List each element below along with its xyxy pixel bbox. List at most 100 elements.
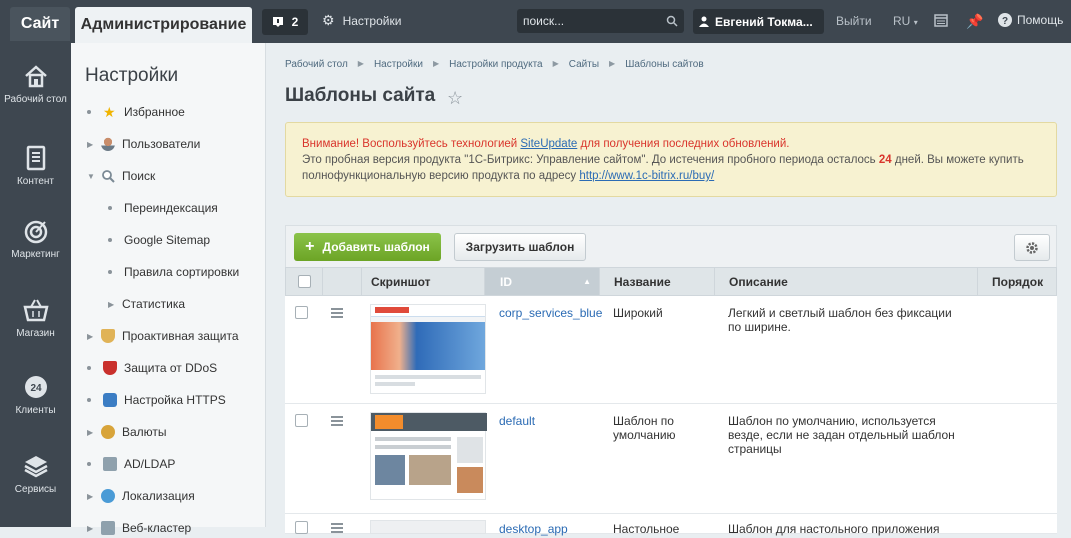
nav-label: Маркетинг xyxy=(11,249,60,260)
admin-tab[interactable]: Администрирование xyxy=(75,7,252,43)
ddos-shield-icon xyxy=(103,361,117,375)
template-id-link[interactable]: desktop_app xyxy=(499,522,568,536)
days-left: 24 xyxy=(878,154,892,166)
row-checkbox[interactable] xyxy=(295,306,308,319)
breadcrumb-item[interactable]: Настройки xyxy=(374,59,423,70)
template-thumbnail xyxy=(370,520,486,534)
user-menu[interactable]: Евгений Токма... xyxy=(693,9,824,34)
bullet xyxy=(87,366,91,370)
chevron-right-icon: ▶ xyxy=(87,491,94,501)
breadcrumb-item[interactable]: Сайты xyxy=(569,59,599,70)
lock-icon xyxy=(103,393,117,407)
globe-icon xyxy=(101,489,115,503)
home-icon xyxy=(24,65,47,88)
notifications-button[interactable]: 2 xyxy=(262,9,308,35)
alert-line-2: Это пробная версия продукта "1С-Битрикс:… xyxy=(302,152,1040,168)
language-select[interactable]: RU ▾ xyxy=(893,14,918,28)
breadcrumb-separator-icon: ▶ xyxy=(357,59,364,68)
menu-item-https[interactable]: Настройка HTTPS xyxy=(87,390,226,410)
menu-item-google-sitemap[interactable]: Google Sitemap xyxy=(108,230,210,250)
menu-item-label: Защита от DDoS xyxy=(124,361,218,375)
grid-settings-button[interactable] xyxy=(1014,234,1050,261)
row-menu-icon[interactable] xyxy=(331,523,343,535)
chevron-right-icon: ▶ xyxy=(108,299,115,309)
settings-link[interactable]: ⚙ Настройки xyxy=(322,12,401,29)
menu-item-localization[interactable]: ▶ Локализация xyxy=(87,486,195,506)
chevron-down-icon: ▼ xyxy=(87,171,95,181)
table-row[interactable]: corp_services_blue Широкий Легкий и свет… xyxy=(285,296,1057,404)
select-all-checkbox[interactable] xyxy=(297,275,311,288)
search-icon[interactable] xyxy=(666,15,678,27)
plus-icon: + xyxy=(305,238,315,255)
row-checkbox[interactable] xyxy=(295,414,308,427)
shield-icon xyxy=(101,329,115,343)
menu-item-favorites[interactable]: ★ Избранное xyxy=(87,102,185,122)
nav-content[interactable]: Контент xyxy=(0,145,71,187)
menu-item-label: Поиск xyxy=(122,169,156,183)
bullet xyxy=(108,270,112,274)
target-icon xyxy=(24,220,47,244)
add-template-button[interactable]: + Добавить шаблон xyxy=(294,233,441,261)
siteupdate-link[interactable]: SiteUpdate xyxy=(520,138,577,150)
menu-item-statistics[interactable]: ▶ Статистика xyxy=(108,294,185,314)
menu-item-currencies[interactable]: ▶ Валюты xyxy=(87,422,167,442)
nav-services[interactable]: Сервисы xyxy=(0,453,71,495)
help-link[interactable]: ? Помощь xyxy=(998,13,1063,27)
chevron-right-icon: ▶ xyxy=(87,523,94,533)
star-icon: ★ xyxy=(103,104,116,120)
breadcrumb-item[interactable]: Рабочий стол xyxy=(285,59,348,70)
menu-item-sort-rules[interactable]: Правила сортировки xyxy=(108,262,239,282)
menu-item-ddos[interactable]: Защита от DDoS xyxy=(87,358,217,378)
row-menu-icon[interactable] xyxy=(331,308,343,320)
help-label: Помощь xyxy=(1017,13,1064,27)
template-thumbnail xyxy=(370,304,486,394)
nav-label: Клиенты xyxy=(15,405,56,416)
template-id-link[interactable]: default xyxy=(499,414,535,428)
breadcrumb-item[interactable]: Настройки продукта xyxy=(449,59,542,70)
svg-text:24: 24 xyxy=(30,383,42,394)
alert-line-3: полнофункциональную версию продукта по а… xyxy=(302,168,1040,184)
column-id[interactable]: ID ▲ xyxy=(485,268,600,295)
notification-icon xyxy=(272,17,283,27)
row-checkbox[interactable] xyxy=(295,521,308,534)
menu-item-ldap[interactable]: AD/LDAP xyxy=(87,454,175,474)
alert-line-1: Внимание! Воспользуйтесь технологией Sit… xyxy=(302,136,1040,152)
template-id-link[interactable]: corp_services_blue xyxy=(499,306,602,320)
nav-clients[interactable]: 24 Клиенты xyxy=(0,374,71,416)
menu-item-label: Google Sitemap xyxy=(124,233,211,247)
directory-icon xyxy=(103,457,117,471)
menu-item-label: Правила сортировки xyxy=(124,265,240,279)
menu-item-proactive[interactable]: ▶ Проактивная защита xyxy=(87,326,239,346)
pin-icon[interactable]: 📌 xyxy=(966,13,983,30)
menu-item-reindex[interactable]: Переиндексация xyxy=(108,198,218,218)
favorite-star-icon[interactable]: ☆ xyxy=(447,88,463,109)
menu-item-search[interactable]: ▼ Поиск xyxy=(87,166,155,186)
column-name[interactable]: Название xyxy=(600,268,715,295)
column-order[interactable]: Порядок xyxy=(978,268,1056,295)
gear-icon xyxy=(1026,241,1038,254)
breadcrumb-item[interactable]: Шаблоны сайтов xyxy=(625,59,704,70)
svg-text:?: ? xyxy=(1002,16,1008,27)
load-template-button[interactable]: Загрузить шаблон xyxy=(454,233,586,261)
table-row[interactable]: default Шаблон по умолчанию Шаблон по ум… xyxy=(285,404,1057,514)
column-screenshot[interactable]: Скриншот xyxy=(362,268,485,295)
exit-link[interactable]: Выйти xyxy=(836,14,872,28)
nav-label: Рабочий стол xyxy=(4,94,67,105)
nav-marketing[interactable]: Маркетинг xyxy=(0,218,71,260)
menu-item-users[interactable]: ▶ Пользователи xyxy=(87,134,200,154)
menu-item-label: Переиндексация xyxy=(124,201,218,215)
table-row[interactable]: desktop_app Настольное Шаблон для настол… xyxy=(285,514,1057,536)
breadcrumb: Рабочий стол ▶ Настройки ▶ Настройки проду… xyxy=(285,59,704,70)
buy-link[interactable]: http://www.1c-bitrix.ru/buy/ xyxy=(579,170,714,182)
add-template-label: Добавить шаблон xyxy=(322,240,430,254)
bullet xyxy=(87,462,91,466)
window-icon[interactable] xyxy=(934,14,948,32)
trial-alert: Внимание! Воспользуйтесь технологией Sit… xyxy=(285,122,1057,197)
row-menu-icon[interactable] xyxy=(331,416,343,428)
menu-item-cluster[interactable]: ▶ Веб-кластер xyxy=(87,518,191,538)
search-input[interactable]: поиск... xyxy=(517,9,684,33)
nav-desktop[interactable]: Рабочий стол xyxy=(0,63,71,105)
nav-shop[interactable]: Магазин xyxy=(0,297,71,339)
column-description[interactable]: Описание xyxy=(715,268,978,295)
site-tab[interactable]: Сайт xyxy=(10,7,70,41)
